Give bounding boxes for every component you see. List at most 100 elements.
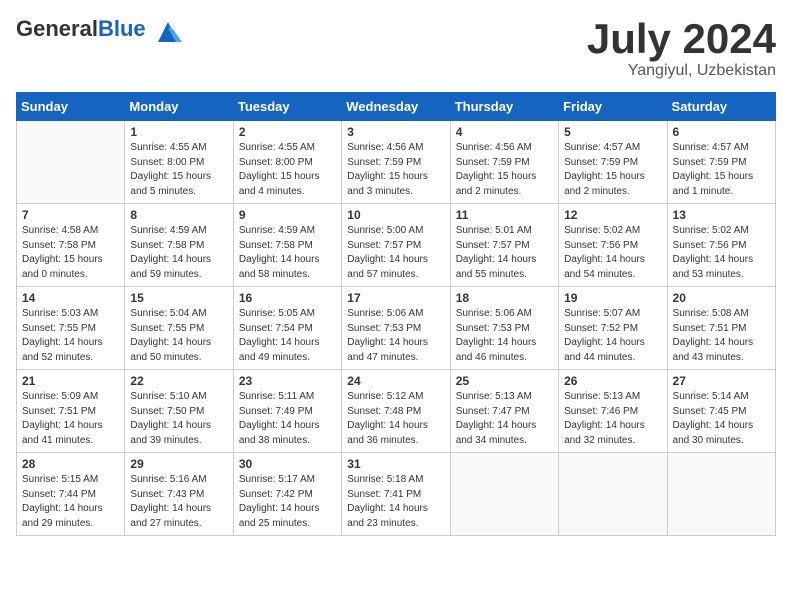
day-number: 7 [22,208,119,222]
day-info: Sunrise: 5:06 AM Sunset: 7:53 PM Dayligh… [456,307,553,365]
calendar-cell [17,121,125,204]
day-number: 28 [22,457,119,471]
day-number: 26 [564,374,661,388]
day-number: 19 [564,291,661,305]
calendar-cell: 28 Sunrise: 5:15 AM Sunset: 7:44 PM Dayli… [17,453,125,536]
day-info: Sunrise: 4:56 AM Sunset: 7:59 PM Dayligh… [347,141,444,199]
calendar-cell: 14Sunrise: 5:03 AM Sunset: 7:55 PM Dayli… [17,287,125,370]
page-header: GeneralBlue July 2024 Yangiyul, Uzbekist… [16,16,776,80]
day-info: Sunrise: 5:00 AM Sunset: 7:57 PM Dayligh… [347,224,444,282]
day-number: 17 [347,291,444,305]
day-number: 5 [564,125,661,139]
calendar-cell: 29 Sunrise: 5:16 AM Sunset: 7:43 PM Dayli… [125,453,233,536]
calendar-cell: 8 Sunrise: 4:59 AM Sunset: 7:58 PM Daylig… [125,204,233,287]
calendar-cell: 12Sunrise: 5:02 AM Sunset: 7:56 PM Dayli… [559,204,667,287]
weekday-header-sunday: Sunday [17,93,125,121]
day-number: 29 [130,457,227,471]
calendar-cell [667,453,775,536]
day-info: Sunrise: 5:02 AM Sunset: 7:56 PM Dayligh… [564,224,661,282]
calendar-cell: 11 Sunrise: 5:01 AM Sunset: 7:57 PM Dayli… [450,204,558,287]
day-info: Sunrise: 4:59 AM Sunset: 7:58 PM Dayligh… [239,224,336,282]
week-row-2: 7 Sunrise: 4:58 AM Sunset: 7:58 PM Daylig… [17,204,776,287]
logo-blue: Blue [98,16,146,41]
calendar-cell: 30 Sunrise: 5:17 AM Sunset: 7:42 PM Dayli… [233,453,341,536]
calendar-cell: 23Sunrise: 5:11 AM Sunset: 7:49 PM Dayli… [233,370,341,453]
day-info: Sunrise: 5:09 AM Sunset: 7:51 PM Dayligh… [22,390,119,448]
weekday-header-friday: Friday [559,93,667,121]
calendar-cell: 1Sunrise: 4:55 AM Sunset: 8:00 PM Daylig… [125,121,233,204]
week-row-5: 28 Sunrise: 5:15 AM Sunset: 7:44 PM Dayli… [17,453,776,536]
day-number: 22 [130,374,227,388]
calendar-cell: 9 Sunrise: 4:59 AM Sunset: 7:58 PM Daylig… [233,204,341,287]
day-info: Sunrise: 5:07 AM Sunset: 7:52 PM Dayligh… [564,307,661,365]
day-number: 31 [347,457,444,471]
title-block: July 2024 Yangiyul, Uzbekistan [587,16,776,80]
calendar-cell [450,453,558,536]
logo: GeneralBlue [16,16,182,46]
calendar-cell: 16 Sunrise: 5:05 AM Sunset: 7:54 PM Dayli… [233,287,341,370]
day-number: 3 [347,125,444,139]
day-info: Sunrise: 5:11 AM Sunset: 7:49 PM Dayligh… [239,390,336,448]
day-number: 13 [673,208,770,222]
day-number: 9 [239,208,336,222]
calendar-cell: 26Sunrise: 5:13 AM Sunset: 7:46 PM Dayli… [559,370,667,453]
calendar-cell: 10Sunrise: 5:00 AM Sunset: 7:57 PM Dayli… [342,204,450,287]
day-info: Sunrise: 4:57 AM Sunset: 7:59 PM Dayligh… [673,141,770,199]
day-info: Sunrise: 5:01 AM Sunset: 7:57 PM Dayligh… [456,224,553,282]
day-number: 30 [239,457,336,471]
weekday-header-monday: Monday [125,93,233,121]
calendar-cell: 18 Sunrise: 5:06 AM Sunset: 7:53 PM Dayli… [450,287,558,370]
location: Yangiyul, Uzbekistan [587,62,776,80]
day-info: Sunrise: 5:12 AM Sunset: 7:48 PM Dayligh… [347,390,444,448]
day-info: Sunrise: 5:13 AM Sunset: 7:47 PM Dayligh… [456,390,553,448]
day-number: 11 [456,208,553,222]
day-info: Sunrise: 4:55 AM Sunset: 8:00 PM Dayligh… [239,141,336,199]
calendar-cell: 25 Sunrise: 5:13 AM Sunset: 7:47 PM Dayli… [450,370,558,453]
calendar-table: SundayMondayTuesdayWednesdayThursdayFrid… [16,92,776,536]
calendar-cell: 7 Sunrise: 4:58 AM Sunset: 7:58 PM Daylig… [17,204,125,287]
day-info: Sunrise: 4:58 AM Sunset: 7:58 PM Dayligh… [22,224,119,282]
weekday-header-tuesday: Tuesday [233,93,341,121]
day-number: 14 [22,291,119,305]
day-info: Sunrise: 5:17 AM Sunset: 7:42 PM Dayligh… [239,473,336,531]
day-number: 6 [673,125,770,139]
day-info: Sunrise: 5:15 AM Sunset: 7:44 PM Dayligh… [22,473,119,531]
calendar-cell: 24 Sunrise: 5:12 AM Sunset: 7:48 PM Dayli… [342,370,450,453]
calendar-cell: 13 Sunrise: 5:02 AM Sunset: 7:56 PM Dayli… [667,204,775,287]
day-info: Sunrise: 5:16 AM Sunset: 7:43 PM Dayligh… [130,473,227,531]
day-number: 15 [130,291,227,305]
day-info: Sunrise: 5:14 AM Sunset: 7:45 PM Dayligh… [673,390,770,448]
day-number: 24 [347,374,444,388]
calendar-cell [559,453,667,536]
calendar-cell: 27Sunrise: 5:14 AM Sunset: 7:45 PM Dayli… [667,370,775,453]
day-info: Sunrise: 4:59 AM Sunset: 7:58 PM Dayligh… [130,224,227,282]
day-number: 18 [456,291,553,305]
logo-icon [154,18,182,46]
day-number: 21 [22,374,119,388]
day-number: 25 [456,374,553,388]
day-number: 8 [130,208,227,222]
week-row-4: 21 Sunrise: 5:09 AM Sunset: 7:51 PM Dayli… [17,370,776,453]
day-number: 20 [673,291,770,305]
day-info: Sunrise: 5:18 AM Sunset: 7:41 PM Dayligh… [347,473,444,531]
day-number: 16 [239,291,336,305]
day-info: Sunrise: 5:02 AM Sunset: 7:56 PM Dayligh… [673,224,770,282]
week-row-1: 1 Sunrise: 4:55 AM Sunset: 8:00 PM Daylig… [17,121,776,204]
day-number: 1 [130,125,227,139]
calendar-cell: 5 Sunrise: 4:57 AM Sunset: 7:59 PM Daylig… [559,121,667,204]
calendar-cell: 17 Sunrise: 5:06 AM Sunset: 7:53 PM Dayli… [342,287,450,370]
weekday-header-wednesday: Wednesday [342,93,450,121]
calendar-cell: 31 Sunrise: 5:18 AM Sunset: 7:41 PM Dayli… [342,453,450,536]
day-info: Sunrise: 4:57 AM Sunset: 7:59 PM Dayligh… [564,141,661,199]
weekday-header-row: SundayMondayTuesdayWednesdayThursdayFrid… [17,93,776,121]
day-info: Sunrise: 5:08 AM Sunset: 7:51 PM Dayligh… [673,307,770,365]
day-info: Sunrise: 5:04 AM Sunset: 7:55 PM Dayligh… [130,307,227,365]
day-info: Sunrise: 5:10 AM Sunset: 7:50 PM Dayligh… [130,390,227,448]
weekday-header-saturday: Saturday [667,93,775,121]
day-info: Sunrise: 5:05 AM Sunset: 7:54 PM Dayligh… [239,307,336,365]
day-info: Sunrise: 4:56 AM Sunset: 7:59 PM Dayligh… [456,141,553,199]
day-info: Sunrise: 5:06 AM Sunset: 7:53 PM Dayligh… [347,307,444,365]
calendar-cell: 22 Sunrise: 5:10 AM Sunset: 7:50 PM Dayli… [125,370,233,453]
weekday-header-thursday: Thursday [450,93,558,121]
day-number: 2 [239,125,336,139]
